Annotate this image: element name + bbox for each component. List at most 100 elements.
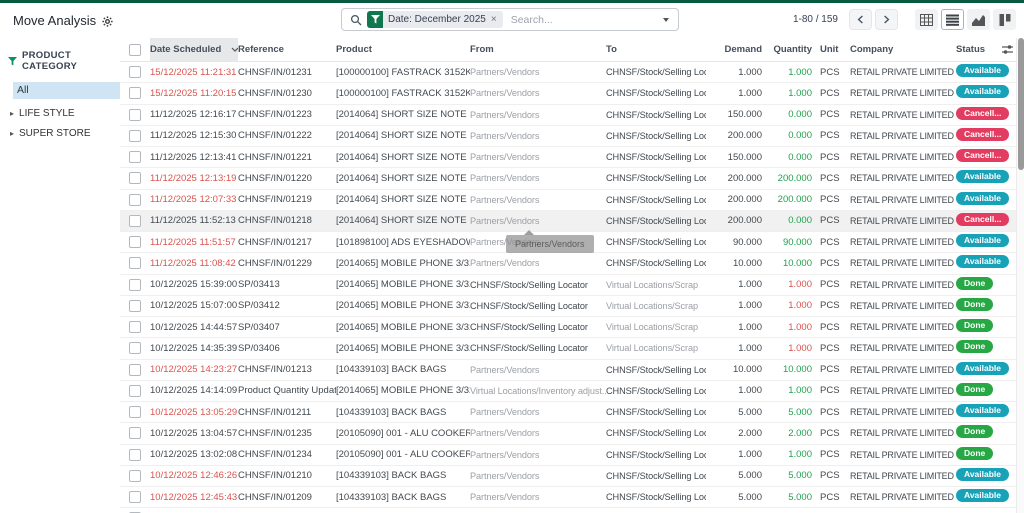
row-checkbox[interactable] [129,299,141,312]
row-checkbox[interactable] [129,66,141,79]
row-checkbox[interactable] [129,491,141,504]
cell-reference: CHNSF/IN/01222 [238,130,312,142]
cell-quantity: 10.000 [782,364,812,376]
graph-view-icon[interactable] [967,9,990,30]
row-checkbox[interactable] [129,384,141,397]
search-input[interactable] [502,13,663,26]
cell-from: Partners/Vendors [470,470,540,481]
cell-demand: 1.000 [738,66,762,78]
column-header-product[interactable]: Product [336,38,470,61]
column-header-reference[interactable]: Reference [238,38,336,61]
row-checkbox[interactable] [129,193,141,206]
filter-facet-date[interactable]: Date: December 2025 × [367,11,503,28]
cell-reference: CHNSF/IN/01210 [238,470,312,482]
row-checkbox[interactable] [129,363,141,376]
row-checkbox[interactable] [129,342,141,355]
search-bar[interactable]: Date: December 2025 × [341,8,679,31]
column-header-unit[interactable]: Unit [814,38,850,61]
row-checkbox[interactable] [129,236,141,249]
table-row[interactable]: 11/12/2025 11:52:13 CHNSF/IN/01218 [2014… [120,210,1016,232]
row-checkbox[interactable] [129,321,141,334]
table-row[interactable]: 10/12/2025 13:02:08 CHNSF/IN/01234 [2010… [120,445,1016,466]
table-row[interactable]: 10/12/2025 15:39:00 SP/03413 [2014065] M… [120,275,1016,296]
cell-date-scheduled: 10/12/2025 14:35:39 [150,342,238,354]
content: PRODUCT CATEGORY All ▸ LIFE STYLE ▸ SUPE… [0,38,1024,513]
cell-product: [2014065] MOBILE PHONE 3/32 [336,300,470,312]
row-checkbox[interactable] [129,278,141,291]
row-checkbox[interactable] [129,469,141,482]
column-header-company[interactable]: Company [850,38,956,61]
sidebar-item-life-style[interactable]: ▸ LIFE STYLE [10,108,120,119]
column-header-date-scheduled[interactable]: Date Scheduled [150,38,238,61]
row-checkbox[interactable] [129,172,141,185]
sidebar-item-all[interactable]: All [13,82,120,99]
table-body: 15/12/2025 11:21:31 CHNSF/IN/01231 [1000… [120,62,1016,513]
pivot-view-icon[interactable] [915,9,938,30]
gear-icon[interactable] [102,15,113,27]
cell-to: Virtual Locations/Scrap [606,343,699,354]
table-row[interactable]: 10/12/2025 13:05:29 CHNSF/IN/01211 [1043… [120,402,1016,424]
table-row[interactable]: 15/12/2025 11:20:15 CHNSF/IN/01230 [1000… [120,83,1016,105]
kanban-view-icon[interactable] [993,9,1016,30]
table-row[interactable]: 11/12/2025 12:15:30 CHNSF/IN/01222 [2014… [120,126,1016,147]
cell-from: Partners/Vendors [470,194,540,205]
row-checkbox[interactable] [129,214,141,227]
cell-quantity: 2.000 [788,427,812,439]
cell-product: [2014064] SHORT SIZE NOTE [336,109,467,121]
cell-product: [2014064] SHORT SIZE NOTE [336,151,467,163]
table-row[interactable]: 10/12/2025 12:45:43 CHNSF/IN/01209 [1043… [120,487,1016,509]
table-row[interactable]: 11/12/2025 12:16:17 CHNSF/IN/01223 [2014… [120,105,1016,126]
table-row[interactable]: 11/12/2025 12:07:33 CHNSF/IN/01219 [2014… [120,190,1016,211]
column-header-quantity[interactable]: Quantity [770,38,814,61]
row-checkbox[interactable] [129,108,141,121]
table-row[interactable]: 10/12/2025 14:23:27 CHNSF/IN/01213 [1043… [120,360,1016,381]
row-checkbox[interactable] [129,129,141,142]
sidebar-item-super-store[interactable]: ▸ SUPER STORE [10,128,120,139]
table-row[interactable]: 10/12/2025 13:04:57 CHNSF/IN/01235 [2010… [120,423,1016,445]
cell-product: [2014064] SHORT SIZE NOTE [336,172,467,184]
vertical-scrollbar[interactable] [1016,38,1024,513]
status-badge: Available [956,234,1010,248]
table-row[interactable]: 10/12/2025 14:14:09 Product Quantity Upd… [120,381,1016,402]
row-checkbox[interactable] [129,406,141,419]
scrollbar-thumb[interactable] [1018,38,1024,170]
table-row[interactable] [120,508,1016,513]
cell-company: RETAIL PRIVATE LIMITED CHN [850,88,956,99]
facet-remove-icon[interactable]: × [491,14,498,25]
cell-from: Partners/Vendors [470,67,540,78]
list-view-icon[interactable] [941,9,964,30]
expand-caret-icon[interactable]: ▸ [10,129,14,138]
table-row[interactable]: 10/12/2025 14:35:39 SP/03406 [2014065] M… [120,338,1016,360]
cell-company: RETAIL PRIVATE LIMITED CHN [850,152,956,163]
cell-demand: 200.000 [727,194,762,206]
column-header-from[interactable]: From [470,38,606,61]
cell-demand: 10.000 [732,364,762,376]
column-header-to[interactable]: To [606,38,706,61]
row-checkbox[interactable] [129,448,141,461]
select-all-checkbox[interactable] [129,43,141,56]
table-row[interactable]: 10/12/2025 15:07:00 SP/03412 [2014065] M… [120,296,1016,317]
pager-previous-button[interactable] [849,9,872,30]
cell-from: Partners/Vendors [470,152,540,163]
search-dropdown-caret-icon[interactable] [663,17,669,22]
table-row[interactable]: 10/12/2025 14:44:57 SP/03407 [2014065] M… [120,317,1016,339]
column-header-demand[interactable]: Demand [706,38,770,61]
cell-date-scheduled: 11/12/2025 12:16:17 [150,109,237,121]
table-row[interactable]: 15/12/2025 11:21:31 CHNSF/IN/01231 [1000… [120,62,1016,84]
row-checkbox[interactable] [129,151,141,164]
optional-columns-icon[interactable] [1002,44,1013,55]
table-row[interactable]: 11/12/2025 12:13:19 CHNSF/IN/01220 [2014… [120,168,1016,190]
row-checkbox[interactable] [129,427,141,440]
cell-reference: SP/03412 [238,300,280,312]
cell-to: CHNSF/Stock/Selling Locator [606,194,706,205]
cell-demand: 5.000 [738,470,762,482]
table-row[interactable]: 11/12/2025 12:13:41 CHNSF/IN/01221 [2014… [120,147,1016,169]
expand-caret-icon[interactable]: ▸ [10,109,14,118]
row-checkbox[interactable] [129,87,141,100]
table-row[interactable]: 11/12/2025 11:08:42 CHNSF/IN/01229 [2014… [120,253,1016,275]
cell-reference: CHNSF/IN/01220 [238,172,312,184]
table-row[interactable]: 10/12/2025 12:46:26 CHNSF/IN/01210 [1043… [120,466,1016,487]
cell-to: CHNSF/Stock/Selling Locator [606,130,706,141]
row-checkbox[interactable] [129,257,141,270]
pager-next-button[interactable] [875,9,898,30]
